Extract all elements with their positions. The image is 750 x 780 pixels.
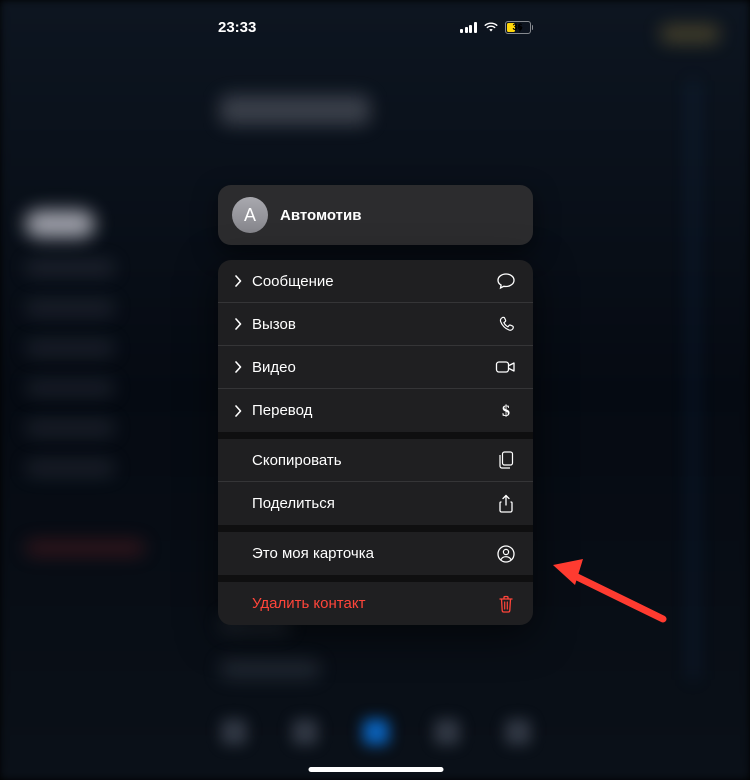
person-circle-icon — [495, 544, 517, 564]
chevron-right-icon — [234, 318, 242, 330]
bg-top-right-blur — [660, 25, 720, 43]
bg-left-row — [25, 380, 115, 396]
menu-label: Перевод — [252, 402, 312, 419]
menu-label: Скопировать — [252, 452, 342, 469]
status-right: 36 — [460, 21, 533, 34]
menu-item-transfer[interactable]: Перевод $ — [218, 389, 533, 432]
menu-label: Поделиться — [252, 495, 335, 512]
svg-text:$: $ — [502, 403, 510, 420]
menu-item-video[interactable]: Видео — [218, 346, 533, 389]
bg-left-row — [25, 460, 115, 476]
bg-left-row — [25, 260, 115, 276]
menu-label: Удалить контакт — [252, 595, 365, 612]
contact-card[interactable]: А Автомотив — [218, 185, 533, 245]
trash-icon — [495, 594, 517, 614]
cellular-signal-icon — [460, 22, 477, 33]
status-time: 23:33 — [218, 19, 256, 36]
menu-label: Сообщение — [252, 273, 334, 290]
bg-left-row — [25, 340, 115, 356]
tab-icon[interactable] — [221, 719, 247, 745]
chevron-right-icon — [234, 405, 242, 417]
tab-icon-active[interactable] — [363, 719, 389, 745]
bg-left-destructive — [25, 540, 145, 556]
tab-icon[interactable] — [505, 719, 531, 745]
bg-selection-pill — [25, 210, 95, 238]
battery-indicator: 36 — [505, 21, 534, 34]
menu-label: Вызов — [252, 316, 296, 333]
video-icon — [495, 359, 517, 375]
menu-item-copy[interactable]: Скопировать — [218, 439, 533, 482]
status-bar: 23:33 36 — [188, 15, 563, 39]
chevron-right-icon — [234, 275, 242, 287]
menu-item-message[interactable]: Сообщение — [218, 260, 533, 303]
menu-separator — [218, 575, 533, 582]
menu-item-my-card[interactable]: Это моя карточка — [218, 532, 533, 575]
battery-text: 36 — [512, 22, 522, 32]
tab-icon[interactable] — [434, 719, 460, 745]
menu-label: Видео — [252, 359, 296, 376]
copy-icon — [495, 450, 517, 470]
chevron-right-icon — [234, 361, 242, 373]
menu-item-delete-contact[interactable]: Удалить контакт — [218, 582, 533, 625]
menu-label: Это моя карточка — [252, 545, 374, 562]
menu-separator — [218, 525, 533, 532]
home-indicator[interactable] — [308, 767, 443, 772]
avatar: А — [232, 197, 268, 233]
contact-name: Автомотив — [280, 207, 361, 224]
bg-left-row — [25, 420, 115, 436]
bg-left-row — [25, 300, 115, 316]
bg-accent-stripe — [691, 80, 695, 680]
avatar-initial: А — [244, 205, 256, 226]
tab-bar — [198, 712, 553, 752]
phone-icon — [495, 315, 517, 334]
share-icon — [495, 494, 517, 514]
menu-item-share[interactable]: Поделиться — [218, 482, 533, 525]
wifi-icon — [483, 21, 499, 33]
menu-separator — [218, 432, 533, 439]
context-menu: Сообщение Вызов Видео Перевод $ — [218, 260, 533, 625]
menu-item-call[interactable]: Вызов — [218, 303, 533, 346]
tab-icon[interactable] — [292, 719, 318, 745]
dollar-icon: $ — [495, 401, 517, 421]
message-icon — [495, 271, 517, 291]
